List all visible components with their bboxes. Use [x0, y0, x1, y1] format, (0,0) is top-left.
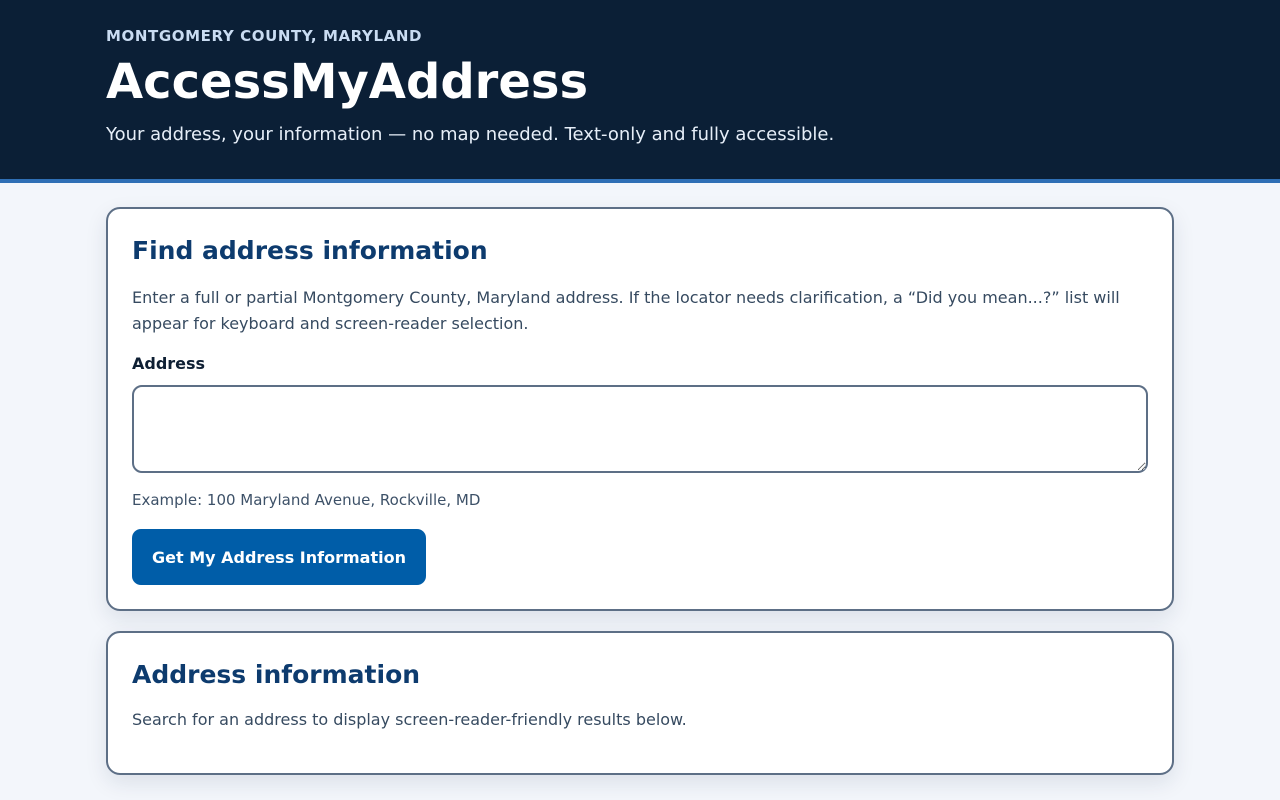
- address-example: Example: 100 Maryland Avenue, Rockville,…: [132, 491, 481, 509]
- address-input[interactable]: [132, 385, 1148, 473]
- results-placeholder-text: Search for an address to display screen-…: [132, 710, 687, 729]
- county-label: MONTGOMERY COUNTY, MARYLAND: [106, 27, 423, 45]
- results-card: Address information Search for an addres…: [106, 631, 1174, 775]
- app-title: AccessMyAddress: [106, 54, 589, 110]
- address-label: Address: [132, 354, 206, 373]
- search-intro: Enter a full or partial Montgomery Count…: [132, 288, 1120, 333]
- tagline: Your address, your information — no map …: [106, 124, 835, 145]
- search-heading: Find address information: [132, 236, 488, 265]
- get-address-info-button[interactable]: Get My Address Information: [132, 529, 426, 585]
- results-heading: Address information: [132, 660, 421, 689]
- site-header: MONTGOMERY COUNTY, MARYLAND AccessMyAddr…: [0, 0, 1280, 183]
- search-card: Find address information Enter a full or…: [106, 207, 1174, 611]
